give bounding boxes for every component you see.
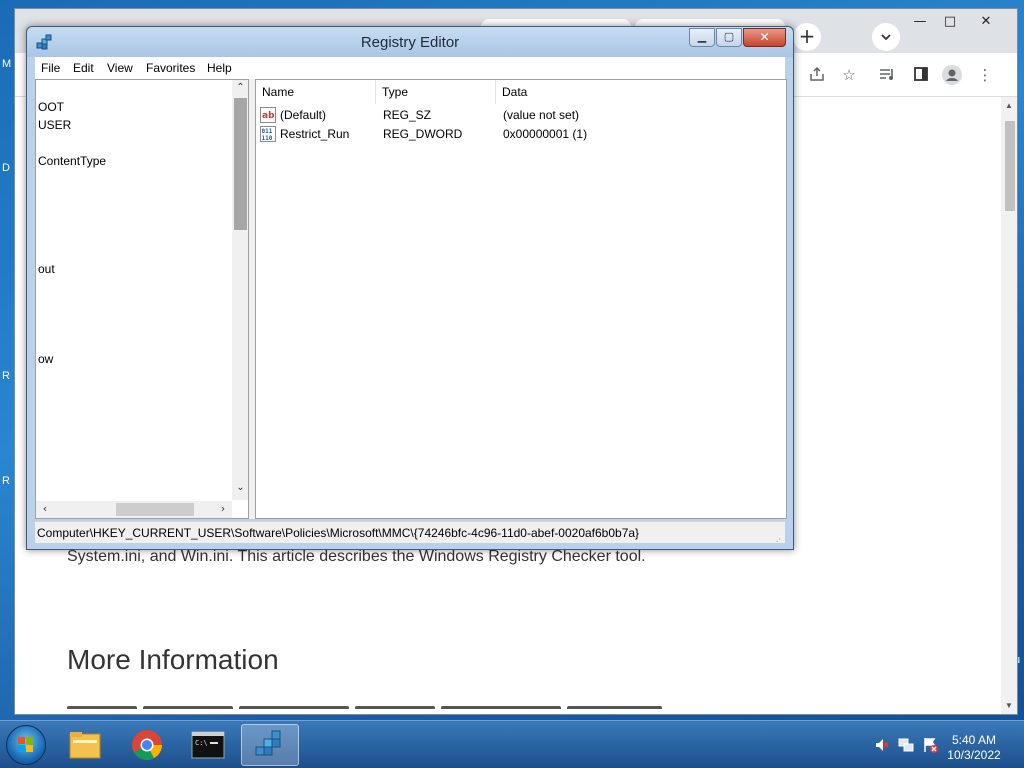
svg-text:110: 110 xyxy=(262,135,273,142)
value-type: REG_DWORD xyxy=(383,127,463,141)
taskbar-registry-editor[interactable] xyxy=(241,724,299,766)
svg-text:011: 011 xyxy=(262,128,273,135)
table-row[interactable]: ab (Default) REG_SZ (value not set) xyxy=(256,106,786,125)
star-icon[interactable]: ☆ xyxy=(839,65,859,85)
network-icon[interactable] xyxy=(898,737,914,753)
close-button[interactable]: ✕ xyxy=(743,28,786,47)
menu-help[interactable]: Help xyxy=(207,61,232,75)
tree-item[interactable]: out xyxy=(38,262,55,276)
tree-vertical-scrollbar[interactable]: ⌃ ⌄ xyxy=(232,80,248,500)
column-header-type[interactable]: Type xyxy=(376,80,496,104)
article-next-line xyxy=(67,703,707,709)
values-list-pane[interactable]: Name Type Data ab (Default) REG_SZ (valu… xyxy=(255,79,787,519)
svg-text:ab: ab xyxy=(262,111,275,121)
menu-bar: File Edit View Favorites Help xyxy=(35,57,785,79)
chrome-icon xyxy=(132,730,162,760)
side-panel-icon[interactable] xyxy=(911,65,931,85)
taskbar: C:\ 5:40 AM 10/3/2022 xyxy=(0,720,1024,768)
scroll-thumb[interactable] xyxy=(116,503,194,516)
editor-body: OOT USER ContentType out ow ⌃ ⌄ ‹ › Name… xyxy=(35,79,787,519)
value-data: 0x00000001 (1) xyxy=(503,127,588,141)
scroll-thumb[interactable] xyxy=(234,98,247,230)
scroll-up-arrow[interactable]: ▲ xyxy=(1004,101,1014,110)
chrome-minimize-button[interactable]: — xyxy=(905,11,935,33)
value-name: Restrict_Run xyxy=(280,127,350,141)
reading-list-icon[interactable] xyxy=(877,65,897,85)
value-type: REG_SZ xyxy=(383,108,432,122)
tab-search-button[interactable] xyxy=(872,23,900,51)
tree-item[interactable]: ow xyxy=(38,352,53,366)
title-bar[interactable]: Registry Editor ▁ ▢ ✕ xyxy=(27,27,793,57)
menu-edit[interactable]: Edit xyxy=(73,61,94,75)
article-paragraph: System.ini, and Win.ini. This article de… xyxy=(67,548,646,565)
tree-item[interactable]: ContentType xyxy=(38,154,106,168)
maximize-button[interactable]: ▢ xyxy=(716,28,742,47)
scroll-up-arrow[interactable]: ⌃ xyxy=(234,82,247,93)
table-row[interactable]: 011 110 Restrict_Run REG_DWORD 0x0000000… xyxy=(256,125,786,144)
action-center-icon[interactable] xyxy=(922,737,938,753)
article-heading: More Information xyxy=(67,644,279,675)
chrome-close-button[interactable]: ✕ xyxy=(971,11,1001,33)
desktop-icon-label-fragment: R xyxy=(2,370,10,382)
scroll-left-arrow[interactable]: ‹ xyxy=(38,502,52,515)
windows-logo-icon xyxy=(18,737,33,752)
desktop-icon-label-fragment: D xyxy=(2,162,10,174)
menu-view[interactable]: View xyxy=(107,61,133,75)
chrome-page-scrollbar[interactable]: ▲ ▼ xyxy=(1001,97,1017,714)
window-title: Registry Editor xyxy=(360,34,460,51)
taskbar-file-explorer[interactable] xyxy=(56,724,114,766)
scroll-down-arrow[interactable]: ⌄ xyxy=(234,482,247,493)
volume-muted-icon[interactable] xyxy=(874,737,890,753)
desktop-icon-label-fragment: M xyxy=(2,58,12,70)
new-tab-button[interactable]: + xyxy=(793,23,821,51)
share-icon[interactable] xyxy=(807,65,827,85)
command-prompt-icon: C:\ xyxy=(191,731,225,759)
column-header-name[interactable]: Name xyxy=(256,80,376,104)
clock-date: 10/3/2022 xyxy=(947,748,1001,762)
system-clock[interactable]: 5:40 AM 10/3/2022 xyxy=(944,733,1004,763)
desktop-icon-label-fragment: R xyxy=(2,475,10,487)
clock-time: 5:40 AM xyxy=(951,733,997,747)
value-data: (value not set) xyxy=(503,108,580,122)
registry-editor-icon xyxy=(255,730,281,756)
start-button[interactable] xyxy=(6,725,46,765)
tree-item[interactable]: USER xyxy=(38,118,71,132)
status-bar: Computer\HKEY_CURRENT_USER\Software\Poli… xyxy=(35,521,785,543)
chevron-down-icon xyxy=(881,34,891,41)
file-explorer-icon xyxy=(69,732,101,759)
scroll-thumb[interactable] xyxy=(1005,121,1015,211)
string-value-icon: ab xyxy=(260,107,276,123)
tree-item[interactable]: OOT xyxy=(38,100,64,114)
scroll-right-arrow[interactable]: › xyxy=(216,502,230,515)
scroll-down-arrow[interactable]: ▼ xyxy=(1004,701,1014,710)
profile-icon[interactable] xyxy=(942,65,962,85)
key-tree-pane[interactable]: OOT USER ContentType out ow ⌃ ⌄ ‹ › xyxy=(35,79,249,519)
chrome-maximize-button[interactable]: □ xyxy=(935,11,965,33)
tree-horizontal-scrollbar[interactable]: ‹ › xyxy=(36,501,232,518)
value-name: (Default) xyxy=(280,108,327,122)
minimize-button[interactable]: ▁ xyxy=(689,28,715,47)
resize-grip[interactable]: ⋰ xyxy=(773,531,783,543)
registry-editor-window[interactable]: Registry Editor ▁ ▢ ✕ File Edit View Fav… xyxy=(26,26,794,550)
taskbar-chrome[interactable] xyxy=(118,724,176,766)
binary-value-icon: 011 110 xyxy=(260,126,276,142)
taskbar-command-prompt[interactable]: C:\ xyxy=(179,724,237,766)
menu-file[interactable]: File xyxy=(41,61,60,75)
column-header-data[interactable]: Data xyxy=(496,80,786,104)
svg-text:C:\: C:\ xyxy=(195,739,208,747)
status-path: Computer\HKEY_CURRENT_USER\Software\Poli… xyxy=(37,526,640,540)
more-vert-icon[interactable]: ⋮ xyxy=(975,65,995,85)
menu-favorites[interactable]: Favorites xyxy=(146,61,195,75)
